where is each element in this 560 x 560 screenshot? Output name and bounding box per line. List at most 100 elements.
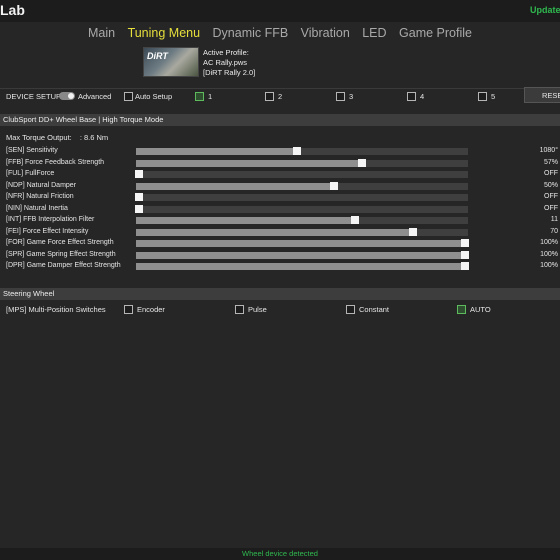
slider-handle[interactable]: [351, 216, 360, 224]
slider-handle[interactable]: [460, 250, 469, 259]
slider-row-fei: [FEI] Force Effect Intensity 70: [0, 227, 560, 238]
slider-track[interactable]: [135, 193, 468, 201]
tab-game-profile[interactable]: Game Profile: [399, 26, 472, 40]
slider-row-ndp: [NDP] Natural Damper 50%: [0, 181, 560, 192]
slider-handle[interactable]: [460, 262, 469, 270]
profile-filename: AC Rally.pws: [203, 58, 248, 67]
slider-handle[interactable]: [135, 204, 144, 213]
slider-label: [DPR] Game Damper Effect Strength: [6, 262, 121, 269]
slider-track[interactable]: [136, 227, 468, 236]
slider-row-dpr: [DPR] Game Damper Effect Strength 100%: [0, 261, 560, 272]
slider-track[interactable]: [135, 170, 468, 178]
reset-button[interactable]: RESET: [524, 87, 560, 103]
mps-encoder-checkbox[interactable]: [124, 305, 133, 314]
auto-setup-label: Auto Setup: [135, 92, 173, 101]
mps-constant-checkbox[interactable]: [346, 305, 355, 314]
advanced-toggle[interactable]: [59, 92, 75, 100]
slider-row-for: [FOR] Game Force Effect Strength 100%: [0, 238, 560, 249]
setup-slot-5-checkbox[interactable]: [478, 92, 487, 101]
advanced-label: Advanced: [78, 92, 112, 101]
update-link[interactable]: Update: [530, 5, 560, 15]
slider-track[interactable]: [135, 204, 468, 213]
slider-row-ffb: [FFB] Force Feedback Strength 57%: [0, 158, 560, 169]
tab-dynamic-ffb[interactable]: Dynamic FFB: [213, 26, 289, 40]
slider-fill: [136, 148, 298, 155]
slider-handle[interactable]: [357, 158, 366, 167]
max-torque-output: Max Torque Output: : 8.6 Nm: [6, 133, 108, 142]
profile-info: Active Profile: AC Rally.pws [DiRT Rally…: [203, 48, 255, 78]
slider-label: [SEN] Sensitivity: [6, 147, 58, 154]
setup-slot-1-checkbox[interactable]: [195, 92, 204, 101]
title-bar: Lab Update: [0, 0, 560, 22]
tab-main[interactable]: Main: [88, 26, 115, 40]
device-setup-label: DEVICE SETUP:: [6, 92, 64, 101]
mps-row: [MPS] Multi-Position Switches Encoder Pu…: [0, 305, 560, 317]
slider-fill: [136, 182, 334, 190]
slider-label: [INT] FFB Interpolation Filter: [6, 216, 95, 223]
device-setup-bar: DEVICE SETUP: Advanced Auto Setup 1 2 3 …: [0, 87, 560, 106]
slider-label: [FFB] Force Feedback Strength: [6, 158, 105, 166]
tab-led[interactable]: LED: [362, 26, 386, 40]
slider-track[interactable]: [136, 158, 468, 167]
slider-value: 50%: [543, 181, 558, 189]
status-bar: Wheel device detected: [0, 548, 560, 560]
max-torque-label: Max Torque Output:: [6, 133, 72, 142]
slider-value: 11: [550, 216, 558, 223]
slider-value: 70: [550, 227, 558, 235]
wheel-base-header: ClubSport DD+ Wheel Base | High Torque M…: [0, 114, 560, 126]
app-title: Lab: [0, 2, 25, 18]
mps-label: [MPS] Multi-Position Switches: [6, 305, 106, 314]
setup-slot-5-label: 5: [491, 92, 496, 101]
slider-row-nfr: [NFR] Natural Friction OFF: [0, 192, 560, 203]
slider-track[interactable]: [136, 216, 468, 224]
slider-handle[interactable]: [135, 170, 144, 178]
slider-fill: [136, 263, 465, 270]
game-logo: DiRT: [147, 51, 168, 61]
tab-tuning-menu[interactable]: Tuning Menu: [128, 26, 201, 40]
slider-handle[interactable]: [329, 181, 338, 190]
slider-value: 1080°: [539, 147, 558, 154]
setup-slot-2-label: 2: [278, 92, 283, 101]
slider-track[interactable]: [136, 239, 469, 247]
setup-slot-3-checkbox[interactable]: [336, 92, 345, 101]
profile-game: [DiRT Rally 2.0]: [203, 68, 256, 77]
slider-handle[interactable]: [409, 227, 418, 236]
game-thumbnail[interactable]: DiRT: [143, 47, 199, 77]
slider-row-sen: [SEN] Sensitivity 1080°: [0, 146, 560, 157]
slider-row-nin: [NIN] Natural Inertia OFF: [0, 204, 560, 215]
slider-handle[interactable]: [460, 239, 469, 247]
slider-fill: [136, 159, 362, 167]
slider-label: [NIN] Natural Inertia: [6, 204, 68, 212]
slider-row-int: [INT] FFB Interpolation Filter 11: [0, 215, 560, 226]
slider-track[interactable]: [136, 250, 469, 259]
slider-value: OFF: [544, 204, 558, 212]
slider-track[interactable]: [136, 262, 469, 270]
setup-slot-2-checkbox[interactable]: [265, 92, 274, 101]
slider-value: 100%: [540, 262, 558, 269]
slider-label: [NFR] Natural Friction: [6, 193, 74, 200]
mps-pulse-label: Pulse: [248, 305, 267, 314]
slider-fill: [136, 217, 356, 224]
slider-fill: [136, 240, 465, 247]
slider-value: OFF: [544, 193, 558, 200]
setup-slot-4-label: 4: [420, 92, 425, 101]
slider-track[interactable]: [136, 147, 468, 155]
slider-handle[interactable]: [135, 193, 144, 201]
setup-slot-4-checkbox[interactable]: [407, 92, 416, 101]
slider-row-ful: [FUL] FullForce OFF: [0, 169, 560, 180]
mps-pulse-checkbox[interactable]: [235, 305, 244, 314]
mps-auto-checkbox[interactable]: [457, 305, 466, 314]
slider-fill: [136, 228, 414, 236]
mps-auto-label: AUTO: [470, 305, 491, 314]
auto-setup-checkbox[interactable]: [124, 92, 133, 101]
slider-fill: [136, 251, 465, 259]
slider-track[interactable]: [136, 181, 468, 190]
slider-value: OFF: [544, 170, 558, 177]
main-nav: Main Tuning Menu Dynamic FFB Vibration L…: [0, 24, 560, 42]
steering-wheel-header: Steering Wheel: [0, 288, 560, 300]
tab-vibration[interactable]: Vibration: [301, 26, 350, 40]
slider-label: [FEI] Force Effect Intensity: [6, 227, 89, 235]
setup-slot-3-label: 3: [349, 92, 354, 101]
slider-handle[interactable]: [293, 147, 302, 155]
mps-encoder-label: Encoder: [137, 305, 165, 314]
